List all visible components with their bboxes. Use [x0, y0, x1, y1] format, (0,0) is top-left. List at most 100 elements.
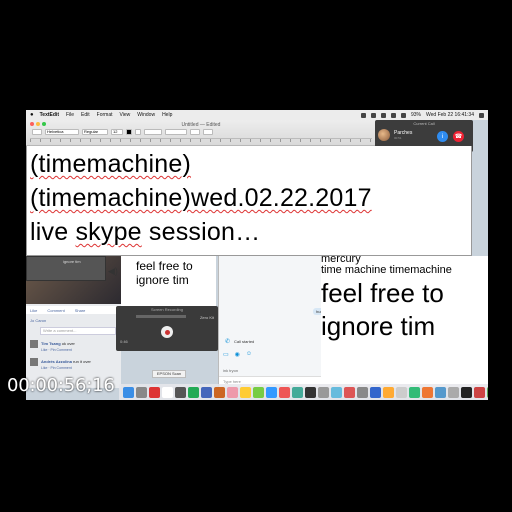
textedit-document[interactable]: (timemachine) (timemachine)wed.02.22.201…	[26, 146, 472, 256]
share-button[interactable]: Share	[75, 308, 86, 313]
dock-app-icon[interactable]	[344, 386, 355, 398]
avatar[interactable]	[30, 340, 38, 348]
alignment-buttons[interactable]	[165, 129, 187, 135]
dock-app-icon[interactable]	[435, 386, 446, 398]
doc-line-1: (timemachine)	[27, 147, 471, 181]
font-size-select[interactable]: 12	[111, 129, 123, 135]
phone-icon: ✆	[225, 339, 231, 345]
text-color-well[interactable]	[126, 129, 132, 135]
recorder-zoom-label[interactable]: Zero Kit	[200, 315, 214, 320]
big-text-line-2: ignore tim	[321, 311, 436, 341]
comment-text: run it over	[73, 359, 91, 365]
commenter-name[interactable]: Andrés Azzolina	[41, 359, 72, 364]
dock-app-icon[interactable]	[448, 386, 459, 398]
attach-file-icon[interactable]: ▭	[223, 351, 229, 358]
highlight-color-well[interactable]	[135, 129, 141, 135]
dock-app-icon[interactable]	[331, 386, 342, 398]
comment-button[interactable]: Comment	[47, 308, 64, 313]
dock-app-icon[interactable]	[201, 386, 212, 398]
stop-recording-button[interactable]	[161, 326, 173, 338]
font-family-select[interactable]: Helvetica	[45, 129, 79, 135]
contacts-icon[interactable]: ☺	[246, 351, 252, 358]
video-thumbnail-label: ignore tim	[63, 259, 81, 264]
message-sender: ink tryon	[223, 368, 239, 373]
menu-edit[interactable]: Edit	[81, 112, 90, 118]
menu-format[interactable]: Format	[97, 112, 113, 118]
small-text-line: time machine timemachine	[321, 264, 452, 276]
menu-window[interactable]: Window	[137, 112, 155, 118]
comment-meta[interactable]: Like · Pin Comment	[41, 348, 75, 352]
like-button[interactable]: Like	[30, 308, 37, 313]
dock-app-icon[interactable]	[305, 386, 316, 398]
dock	[119, 384, 488, 400]
dock-app-icon[interactable]	[188, 386, 199, 398]
spacing-select[interactable]	[190, 129, 200, 135]
dock-app-icon[interactable]	[357, 386, 368, 398]
dock-app-icon[interactable]	[123, 386, 134, 398]
big-text-line-1: feel free to	[321, 278, 444, 308]
speaker-icon: ◀)	[108, 266, 118, 276]
apple-menu-icon[interactable]: ●	[30, 112, 34, 118]
menu-view[interactable]: View	[120, 112, 131, 118]
wifi-icon[interactable]	[390, 112, 396, 118]
dock-app-icon[interactable]	[422, 386, 433, 398]
menu-help[interactable]: Help	[162, 112, 172, 118]
menu-file[interactable]: File	[66, 112, 74, 118]
dock-app-icon[interactable]	[370, 386, 381, 398]
doc-line-2-b: wed.02.22.2017	[190, 184, 372, 212]
dock-app-icon[interactable]	[474, 386, 485, 398]
dock-app-icon[interactable]	[214, 386, 225, 398]
dock-app-icon[interactable]	[149, 386, 160, 398]
dock-app-icon[interactable]	[292, 386, 303, 398]
font-style-select[interactable]: Regular	[82, 129, 108, 135]
dock-app-icon[interactable]	[136, 386, 147, 398]
commenter-name[interactable]: Tim Tsang	[41, 341, 61, 346]
dock-app-icon[interactable]	[461, 386, 472, 398]
dock-app-icon[interactable]	[409, 386, 420, 398]
comment-input[interactable]: Write a comment...	[40, 327, 116, 335]
doc-line-2-a: (timemachine)	[30, 184, 191, 212]
menu-bar: ● TextEdit File Edit Format View Window …	[26, 110, 488, 120]
dock-app-icon[interactable]	[487, 386, 488, 398]
comment-item: Tim Tsang ok over Like · Pin Comment	[30, 340, 75, 352]
video-thumbnail[interactable]: ignore tim	[26, 256, 106, 281]
hang-up-button[interactable]: ☎	[453, 131, 464, 142]
location-icon[interactable]: ◉	[235, 351, 240, 358]
status-icon[interactable]	[380, 112, 386, 118]
call-info-button[interactable]: i	[437, 131, 448, 142]
status-icon[interactable]	[370, 112, 376, 118]
bold-italic-underline-buttons[interactable]	[144, 129, 162, 135]
mini-text-preview: feel free to ignore tim	[121, 256, 216, 306]
dock-app-icon[interactable]	[396, 386, 407, 398]
post-actions: Like Comment Share	[26, 306, 121, 314]
spotlight-icon[interactable]	[479, 112, 484, 118]
paragraph-style-select[interactable]	[32, 129, 42, 135]
caller-avatar	[378, 129, 390, 141]
epson-scan-button[interactable]: EPSON Scan	[152, 370, 186, 378]
comment-meta[interactable]: Like · Pin Comment	[41, 366, 91, 370]
doc-line-3: live skype session…	[27, 215, 471, 249]
list-select[interactable]	[203, 129, 213, 135]
dock-app-icon[interactable]	[383, 386, 394, 398]
dock-app-icon[interactable]	[253, 386, 264, 398]
reaction-summary[interactable]: Jo Caron	[30, 318, 46, 323]
dock-app-icon[interactable]	[266, 386, 277, 398]
ruler[interactable]	[30, 138, 372, 145]
dock-app-icon[interactable]	[240, 386, 251, 398]
dock-app-icon[interactable]	[279, 386, 290, 398]
doc-line-3-b: skype	[75, 218, 142, 246]
doc-line-1-text: (timemachine)	[30, 150, 191, 178]
dock-app-icon[interactable]	[162, 386, 173, 398]
dock-app-icon[interactable]	[175, 386, 186, 398]
avatar[interactable]	[30, 358, 38, 366]
dock-app-icon[interactable]	[318, 386, 329, 398]
menu-clock[interactable]: Wed Feb 22 16:41:34	[426, 112, 474, 118]
volume-icon[interactable]	[400, 112, 406, 118]
menu-app-name[interactable]: TextEdit	[40, 112, 59, 118]
status-icon[interactable]	[360, 112, 366, 118]
desktop-screen: ● TextEdit File Edit Format View Window …	[26, 110, 488, 400]
recorder-title: Screen Recording	[150, 307, 184, 312]
dock-app-icon[interactable]	[227, 386, 238, 398]
status-area: 93% Wed Feb 22 16:41:34	[360, 110, 484, 120]
battery-level[interactable]: 93%	[411, 112, 421, 118]
